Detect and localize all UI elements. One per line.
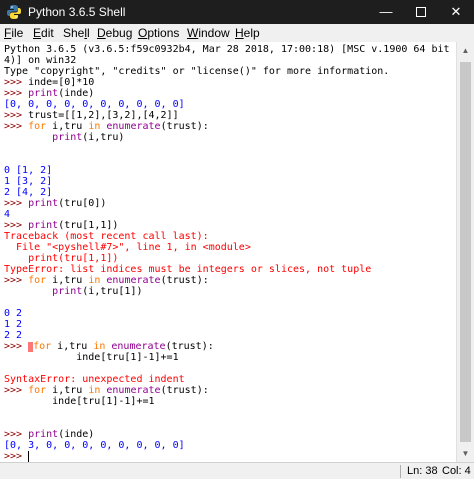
status-separator	[400, 465, 401, 478]
shell-output-line: [0, 3, 0, 0, 0, 0, 0, 0, 0, 0]	[4, 440, 185, 451]
shell-input-line: print(i,tru)	[52, 132, 125, 143]
shell-prompt: >>>	[4, 198, 29, 209]
traceback-line: print(tru[1,1])	[4, 253, 119, 264]
shell-prompt: >>>	[4, 429, 29, 440]
window-title: Python 3.6.5 Shell	[28, 5, 126, 19]
shell-output-line: [0, 0, 0, 0, 0, 0, 0, 0, 0, 0]	[4, 99, 185, 110]
menu-debug[interactable]: Debug	[97, 25, 132, 41]
vertical-scrollbar[interactable]: ▲ ▼	[456, 42, 474, 462]
shell-output-line: 0 2	[4, 308, 23, 319]
shell-output-line: 1 [3, 2]	[4, 176, 53, 187]
shell-prompt: >>>	[4, 341, 29, 352]
shell-text-area[interactable]: Python 3.6.5 (v3.6.5:f59c0932b4, Mar 28 …	[1, 42, 456, 462]
line-number-indicator: Ln: 38	[407, 465, 438, 477]
shell-prompt: >>>	[4, 121, 29, 132]
column-number-indicator: Col: 4	[442, 465, 471, 477]
close-button[interactable]: ✕	[438, 0, 474, 24]
menu-file[interactable]: File	[4, 25, 23, 41]
scroll-up-arrow-icon[interactable]: ▲	[457, 42, 474, 59]
scroll-thumb[interactable]	[460, 62, 471, 442]
status-bar: Ln: 38 Col: 4	[0, 462, 474, 479]
banner-line: Python 3.6.5 (v3.6.5:f59c0932b4, Mar 28 …	[4, 44, 456, 55]
traceback-line: Traceback (most recent call last):	[4, 231, 209, 242]
maximize-icon	[416, 6, 426, 17]
shell-output-line: 4	[4, 209, 11, 220]
menu-window[interactable]: Window	[187, 25, 230, 41]
shell-prompt: >>>	[4, 385, 29, 396]
shell-input-line: >>> print(inde)	[4, 88, 95, 99]
shell-input-line: inde[tru[1]-1]+=1	[4, 352, 179, 363]
shell-input-line: >>> for i,tru in enumerate(trust):	[4, 385, 209, 396]
title-bar: Python 3.6.5 Shell — ✕	[0, 0, 474, 24]
menu-options[interactable]: Options	[138, 25, 179, 41]
python-logo-icon	[7, 5, 21, 19]
menu-bar: File Edit Shell Debug Options Window Hel…	[0, 24, 474, 42]
banner-line: Type "copyright", "credits" or "license(…	[4, 66, 390, 77]
shell-input-line: >>> print(tru[1,1])	[4, 220, 119, 231]
shell-prompt: >>>	[4, 77, 29, 88]
shell-input-line: >>> trust=[[1,2],[3,2],[4,2]]	[4, 110, 179, 121]
shell-prompt: >>>	[4, 88, 29, 99]
error-message: SyntaxError: unexpected indent	[4, 374, 185, 385]
shell-current-prompt-line[interactable]: >>>	[4, 451, 30, 462]
banner-line: 4)] on win32	[4, 55, 77, 66]
menu-help[interactable]: Help	[235, 25, 260, 41]
error-message: TypeError: list indices must be integers…	[4, 264, 372, 275]
shell-output-line: 0 [1, 2]	[4, 165, 53, 176]
shell-prompt: >>>	[4, 451, 29, 462]
shell-output-line: 2 [4, 2]	[4, 187, 53, 198]
shell-input-line: print(i,tru[1])	[52, 286, 143, 297]
shell-input-line: >>> print(inde)	[4, 429, 95, 440]
traceback-line: File "<pyshell#7>", line 1, in <module>	[4, 242, 251, 253]
shell-output-line: 2 2	[4, 330, 23, 341]
maximize-button[interactable]	[403, 0, 439, 24]
text-cursor	[28, 451, 30, 462]
menu-edit[interactable]: Edit	[33, 25, 54, 41]
shell-input-line: >>> for i,tru in enumerate(trust):	[4, 121, 209, 132]
menu-shell[interactable]: Shell	[63, 25, 90, 41]
shell-input-line: >>> for i,tru in enumerate(trust):	[4, 275, 209, 286]
shell-input-line: inde[tru[1]-1]+=1	[4, 396, 155, 407]
minimize-button[interactable]: —	[368, 0, 404, 24]
shell-input-line: >>> for i,tru in enumerate(trust):	[4, 341, 214, 352]
shell-input-line: >>> print(tru[0])	[4, 198, 107, 209]
shell-input-line: >>> inde=[0]*10	[4, 77, 95, 88]
shell-output-line: 1 2	[4, 319, 23, 330]
shell-prompt: >>>	[4, 220, 29, 231]
shell-prompt: >>>	[4, 275, 29, 286]
scroll-down-arrow-icon[interactable]: ▼	[457, 445, 474, 462]
shell-prompt: >>>	[4, 110, 29, 121]
